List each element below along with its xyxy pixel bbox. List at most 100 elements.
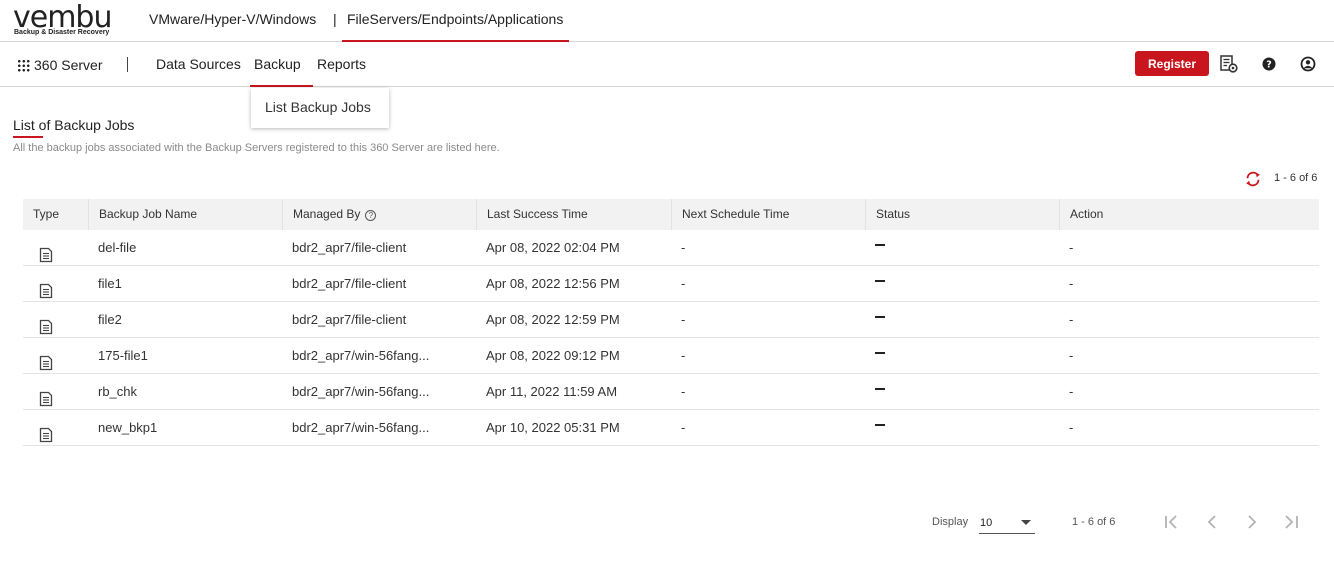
- type-cell: [23, 302, 88, 338]
- col-header-last-success[interactable]: Last Success Time: [476, 199, 671, 230]
- action-cell: -: [1069, 240, 1074, 255]
- action-cell: -: [1069, 384, 1074, 399]
- col-header-next-schedule[interactable]: Next Schedule Time: [671, 199, 865, 230]
- status-cell: [865, 230, 1059, 266]
- type-cell: [23, 230, 88, 266]
- table-row[interactable]: rb_chk bdr2_apr7/win-56fang... Apr 11, 202…: [23, 374, 1319, 410]
- status-cell: [865, 338, 1059, 374]
- status-cell: [865, 266, 1059, 302]
- file-backup-icon: [39, 385, 53, 406]
- table-row[interactable]: new_bkp1 bdr2_apr7/win-56fang... Apr 10, 2…: [23, 410, 1319, 446]
- next-schedule-cell: -: [681, 312, 686, 327]
- last-success-cell: Apr 08, 2022 12:59 PM: [486, 312, 620, 327]
- product-separator: |: [333, 11, 337, 27]
- backup-jobs-table: Type Backup Job Name Managed By? Last Su…: [23, 199, 1319, 446]
- last-success-cell: Apr 10, 2022 05:31 PM: [486, 420, 620, 435]
- title-underline: [13, 136, 43, 138]
- action-cell: -: [1069, 420, 1074, 435]
- next-schedule-cell: -: [681, 384, 686, 399]
- managed-by-help-icon[interactable]: ?: [365, 210, 377, 221]
- col-header-type[interactable]: Type: [23, 199, 88, 230]
- table-row[interactable]: 175-file1 bdr2_apr7/win-56fang... Apr 08, …: [23, 338, 1319, 374]
- table-row[interactable]: file2 bdr2_apr7/file-client Apr 08, 2022 1…: [23, 302, 1319, 338]
- next-schedule-cell: -: [681, 348, 686, 363]
- action-cell: -: [1069, 312, 1074, 327]
- managed-by-cell: bdr2_apr7/win-56fang...: [292, 420, 430, 435]
- top-bar: vembu Backup & Disaster Recovery VMware/…: [0, 0, 1334, 42]
- table-row[interactable]: file1 bdr2_apr7/file-client Apr 08, 2022 1…: [23, 266, 1319, 302]
- file-backup-icon: [39, 313, 53, 334]
- col-header-job-name[interactable]: Backup Job Name: [88, 199, 282, 230]
- status-dash-icon: [875, 423, 885, 426]
- server-menu-button[interactable]: 360 Server: [17, 56, 102, 74]
- managed-by-cell: bdr2_apr7/file-client: [292, 276, 407, 291]
- job-name-cell[interactable]: file1: [88, 266, 282, 302]
- page-description: All the backup jobs associated with the …: [13, 142, 500, 154]
- status-cell: [865, 410, 1059, 446]
- managed-by-cell: bdr2_apr7/file-client: [292, 312, 407, 327]
- nav-item-backup[interactable]: Backup: [250, 42, 313, 87]
- vembu-logo[interactable]: vembu Backup & Disaster Recovery: [13, 0, 123, 40]
- first-page-icon[interactable]: [1162, 512, 1182, 532]
- col-header-managed-by-label: Managed By: [293, 207, 361, 221]
- job-name-cell[interactable]: 175-file1: [88, 338, 282, 374]
- type-cell: [23, 338, 88, 374]
- action-cell: -: [1069, 348, 1074, 363]
- server-label: 360 Server: [34, 57, 103, 73]
- next-schedule-cell: -: [681, 240, 686, 255]
- job-name-cell[interactable]: rb_chk: [88, 374, 282, 410]
- status-cell: [865, 302, 1059, 338]
- product-tab-vmware[interactable]: VMware/Hyper-V/Windows: [149, 0, 316, 42]
- type-cell: [23, 266, 88, 302]
- status-cell: [865, 374, 1059, 410]
- page-title: List of Backup Jobs: [13, 117, 135, 133]
- product-tab-fileservers[interactable]: FileServers/Endpoints/Applications: [342, 0, 569, 42]
- nav-item-data-sources[interactable]: Data Sources: [156, 42, 241, 87]
- last-page-icon[interactable]: [1282, 512, 1302, 532]
- job-name-cell[interactable]: file2: [88, 302, 282, 338]
- register-button[interactable]: Register: [1135, 51, 1209, 76]
- job-name-cell[interactable]: del-file: [88, 230, 282, 266]
- file-backup-icon: [39, 349, 53, 370]
- nav-divider: [127, 57, 128, 72]
- refresh-icon[interactable]: [1244, 170, 1262, 188]
- nav-item-reports[interactable]: Reports: [317, 42, 366, 87]
- file-backup-icon: [39, 421, 53, 442]
- apps-grid-icon: [17, 59, 30, 72]
- pagination-count: 1 - 6 of 6: [1072, 516, 1116, 528]
- status-dash-icon: [875, 315, 885, 318]
- table-row[interactable]: del-file bdr2_apr7/file-client Apr 08, 202…: [23, 230, 1319, 266]
- logo-tagline: Backup & Disaster Recovery: [14, 29, 110, 36]
- dropdown-caret-icon: [1021, 520, 1031, 525]
- file-backup-icon: [39, 241, 53, 262]
- next-schedule-cell: -: [681, 420, 686, 435]
- col-header-action: Action: [1059, 199, 1319, 230]
- last-success-cell: Apr 08, 2022 12:56 PM: [486, 276, 620, 291]
- job-name-cell[interactable]: new_bkp1: [88, 410, 282, 446]
- last-success-cell: Apr 11, 2022 11:59 AM: [486, 384, 618, 399]
- type-cell: [23, 374, 88, 410]
- page-size-select[interactable]: 10: [979, 512, 1035, 534]
- table-header: Type Backup Job Name Managed By? Last Su…: [23, 199, 1319, 230]
- last-success-cell: Apr 08, 2022 09:12 PM: [486, 348, 620, 363]
- server-settings-icon[interactable]: [1219, 54, 1239, 74]
- previous-page-icon[interactable]: [1202, 512, 1222, 532]
- last-success-cell: Apr 08, 2022 02:04 PM: [486, 240, 620, 255]
- col-header-managed-by[interactable]: Managed By?: [282, 199, 476, 230]
- status-dash-icon: [875, 279, 885, 282]
- backup-dropdown-menu: List Backup Jobs: [251, 88, 389, 128]
- next-schedule-cell: -: [681, 276, 686, 291]
- type-cell: [23, 410, 88, 446]
- help-icon[interactable]: ?: [1259, 54, 1279, 74]
- menu-item-list-backup-jobs[interactable]: List Backup Jobs: [265, 99, 371, 115]
- file-backup-icon: [39, 277, 53, 298]
- managed-by-cell: bdr2_apr7/win-56fang...: [292, 384, 430, 399]
- display-label: Display: [932, 516, 969, 528]
- user-icon[interactable]: [1298, 54, 1318, 74]
- status-dash-icon: [875, 243, 885, 246]
- job-count: 1 - 6 of 6: [1274, 172, 1318, 184]
- next-page-icon[interactable]: [1242, 512, 1262, 532]
- table-body: del-file bdr2_apr7/file-client Apr 08, 202…: [23, 230, 1319, 446]
- action-cell: -: [1069, 276, 1074, 291]
- col-header-status[interactable]: Status: [865, 199, 1059, 230]
